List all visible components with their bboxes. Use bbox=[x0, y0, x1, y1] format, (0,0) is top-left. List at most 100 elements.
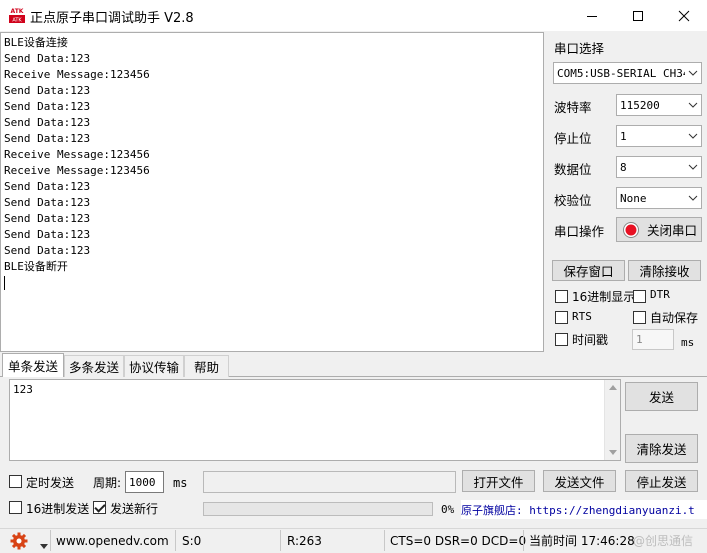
hex-display-label: 16进制显示 bbox=[572, 290, 636, 304]
hex-display-checkbox[interactable] bbox=[555, 290, 568, 303]
send-text-area[interactable]: 123 bbox=[9, 379, 621, 461]
gear-icon[interactable] bbox=[10, 532, 28, 553]
databits-select[interactable]: 8 bbox=[616, 156, 702, 178]
dtr-checkbox[interactable] bbox=[633, 290, 646, 303]
close-port-label: 关闭串口 bbox=[647, 223, 698, 238]
website-link[interactable]: www.openedv.com bbox=[56, 528, 169, 553]
receive-line: Send Data:123 bbox=[4, 196, 91, 209]
scroll-up-icon[interactable] bbox=[609, 385, 617, 390]
period-label: 周期: bbox=[93, 476, 122, 490]
open-file-button[interactable]: 打开文件 bbox=[462, 470, 535, 492]
send-scrollbar[interactable] bbox=[604, 380, 620, 460]
promo-link[interactable]: 原子旗舰店: https://zhengdianyuanzi.t bbox=[461, 500, 707, 519]
chevron-down-icon bbox=[685, 126, 701, 146]
receive-line: Receive Message:123456 bbox=[4, 68, 150, 81]
databits-label: 数据位 bbox=[554, 162, 592, 177]
period-unit: ms bbox=[173, 476, 188, 490]
baud-select[interactable]: 115200 bbox=[616, 94, 702, 116]
save-window-button[interactable]: 保存窗口 bbox=[552, 260, 625, 281]
send-progress-text: 0% bbox=[441, 503, 455, 516]
chevron-down-icon bbox=[685, 157, 701, 177]
auto-save-checkbox[interactable] bbox=[633, 311, 646, 324]
status-separator bbox=[50, 530, 51, 551]
receive-line: Send Data:123 bbox=[4, 180, 91, 193]
window-title: 正点原子串口调试助手 V2.8 bbox=[30, 11, 194, 26]
timestamp-input[interactable]: 1 bbox=[632, 329, 674, 350]
parity-select[interactable]: None bbox=[616, 187, 702, 209]
receive-text-area[interactable]: BLE设备连接 Send Data:123 Receive Message:1234… bbox=[0, 32, 544, 352]
text-caret bbox=[4, 276, 5, 290]
receive-line: Send Data:123 bbox=[4, 84, 91, 97]
send-progress-bar bbox=[203, 502, 433, 516]
tab-multi-send[interactable]: 多条发送 bbox=[64, 355, 124, 377]
baud-select-value: 115200 bbox=[620, 98, 660, 112]
receive-line: BLE设备断开 bbox=[4, 260, 68, 273]
received-count: R:263 bbox=[287, 533, 322, 548]
caret-down-icon[interactable] bbox=[40, 538, 48, 552]
svg-text:ATK: ATK bbox=[12, 18, 22, 24]
port-select-value: COM5:USB-SERIAL CH340 bbox=[557, 66, 685, 80]
status-separator bbox=[523, 530, 524, 551]
receive-line: BLE设备连接 bbox=[4, 36, 68, 49]
close-window-button[interactable] bbox=[661, 0, 707, 31]
watermark: @创思通信 bbox=[633, 534, 694, 548]
hex-send-checkbox[interactable] bbox=[9, 501, 22, 514]
modem-lines: CTS=0 DSR=0 DCD=0 bbox=[390, 533, 527, 548]
send-newline-label: 发送新行 bbox=[110, 502, 159, 516]
receive-line: Send Data:123 bbox=[4, 212, 91, 225]
timestamp-label: 时间戳 bbox=[572, 333, 609, 347]
tab-help[interactable]: 帮助 bbox=[184, 355, 229, 377]
port-select-label: 串口选择 bbox=[554, 41, 605, 56]
svg-text:ATK: ATK bbox=[11, 8, 24, 15]
dtr-label: DTR bbox=[650, 288, 670, 301]
baud-label: 波特率 bbox=[554, 100, 592, 115]
minimize-icon bbox=[587, 15, 597, 17]
stop-send-button[interactable]: 停止发送 bbox=[625, 470, 698, 492]
receive-line: Send Data:123 bbox=[4, 228, 91, 241]
databits-select-value: 8 bbox=[620, 160, 627, 174]
timed-send-label: 定时发送 bbox=[26, 476, 75, 490]
parity-select-value: None bbox=[620, 191, 647, 205]
close-icon bbox=[678, 10, 690, 21]
chevron-down-icon bbox=[685, 63, 701, 83]
receive-line: Receive Message:123456 bbox=[4, 148, 150, 161]
status-separator bbox=[175, 530, 176, 551]
stopbits-select[interactable]: 1 bbox=[616, 125, 702, 147]
close-port-button[interactable]: 关闭串口 bbox=[616, 217, 702, 242]
timestamp-unit: ms bbox=[681, 336, 695, 349]
scroll-down-icon[interactable] bbox=[609, 450, 617, 455]
hex-send-label: 16进制发送 bbox=[26, 502, 90, 516]
port-select[interactable]: COM5:USB-SERIAL CH340 bbox=[553, 62, 702, 84]
maximize-icon bbox=[633, 10, 643, 21]
receive-line: Send Data:123 bbox=[4, 52, 91, 65]
receive-line: Send Data:123 bbox=[4, 244, 91, 257]
stopbits-select-value: 1 bbox=[620, 129, 627, 143]
receive-line: Send Data:123 bbox=[4, 116, 91, 129]
period-input[interactable]: 1000 bbox=[125, 471, 164, 493]
file-path-field[interactable] bbox=[203, 471, 456, 493]
record-icon bbox=[623, 221, 639, 238]
current-time: 当前时间 17:46:28 bbox=[529, 534, 635, 548]
send-newline-checkbox[interactable] bbox=[93, 501, 106, 514]
chevron-down-icon bbox=[685, 188, 701, 208]
tab-protocol[interactable]: 协议传输 bbox=[124, 355, 184, 377]
port-op-label: 串口操作 bbox=[554, 224, 605, 239]
parity-label: 校验位 bbox=[554, 193, 592, 208]
stopbits-label: 停止位 bbox=[554, 131, 592, 146]
minimize-button[interactable] bbox=[569, 0, 615, 31]
tab-single-send[interactable]: 单条发送 bbox=[2, 353, 64, 377]
app-logo-icon: ATK ATK bbox=[8, 5, 26, 25]
send-button[interactable]: 发送 bbox=[625, 382, 698, 411]
clear-send-button[interactable]: 清除发送 bbox=[625, 434, 698, 463]
maximize-button[interactable] bbox=[615, 0, 661, 31]
receive-line: Receive Message:123456 bbox=[4, 164, 150, 177]
receive-lines: BLE设备连接 Send Data:123 Receive Message:1234… bbox=[4, 35, 540, 275]
chevron-down-icon bbox=[685, 95, 701, 115]
status-separator bbox=[280, 530, 281, 551]
sent-count: S:0 bbox=[182, 533, 202, 548]
timestamp-checkbox[interactable] bbox=[555, 333, 568, 346]
rts-checkbox[interactable] bbox=[555, 311, 568, 324]
send-file-button[interactable]: 发送文件 bbox=[543, 470, 616, 492]
timed-send-checkbox[interactable] bbox=[9, 475, 22, 488]
clear-receive-button[interactable]: 清除接收 bbox=[628, 260, 701, 281]
